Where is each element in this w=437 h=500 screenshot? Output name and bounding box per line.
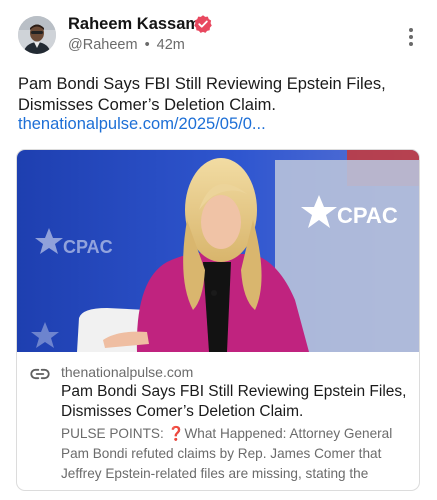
cpac-sign-text: CPAC — [337, 203, 398, 228]
card-description: PULSE POINTS: ❓What Happened: Attorney G… — [61, 426, 393, 481]
card-body: thenationalpulse.com Pam Bondi Says FBI … — [17, 353, 419, 490]
post-link[interactable]: thenationalpulse.com/2025/05/0... — [18, 114, 266, 135]
post-text: Pam Bondi Says FBI Still Reviewing Epste… — [18, 75, 386, 114]
author-handle[interactable]: @Raheem — [68, 37, 138, 53]
post-header: Raheem Kassam @Raheem • 42m — [18, 14, 421, 60]
more-vertical-icon — [409, 28, 413, 32]
card-domain: thenationalpulse.com — [61, 364, 194, 380]
cpac-background-text: CPAC — [63, 237, 113, 257]
card-title: Pam Bondi Says FBI Still Reviewing Epste… — [61, 383, 407, 420]
more-options-button[interactable] — [401, 24, 421, 50]
post-time[interactable]: 42m — [157, 37, 185, 53]
verified-badge-icon — [194, 15, 212, 33]
avatar-image — [18, 16, 56, 54]
post-meta: @Raheem • 42m — [68, 37, 185, 53]
link-icon — [30, 368, 50, 380]
card-image: CPAC CPAC — [17, 150, 419, 352]
author-name[interactable]: Raheem Kassam — [68, 15, 200, 34]
meta-separator: • — [144, 37, 150, 53]
link-preview-card[interactable]: CPAC CPAC thenationalpulse.com Pam Bondi… — [16, 149, 420, 491]
avatar[interactable] — [18, 16, 56, 54]
